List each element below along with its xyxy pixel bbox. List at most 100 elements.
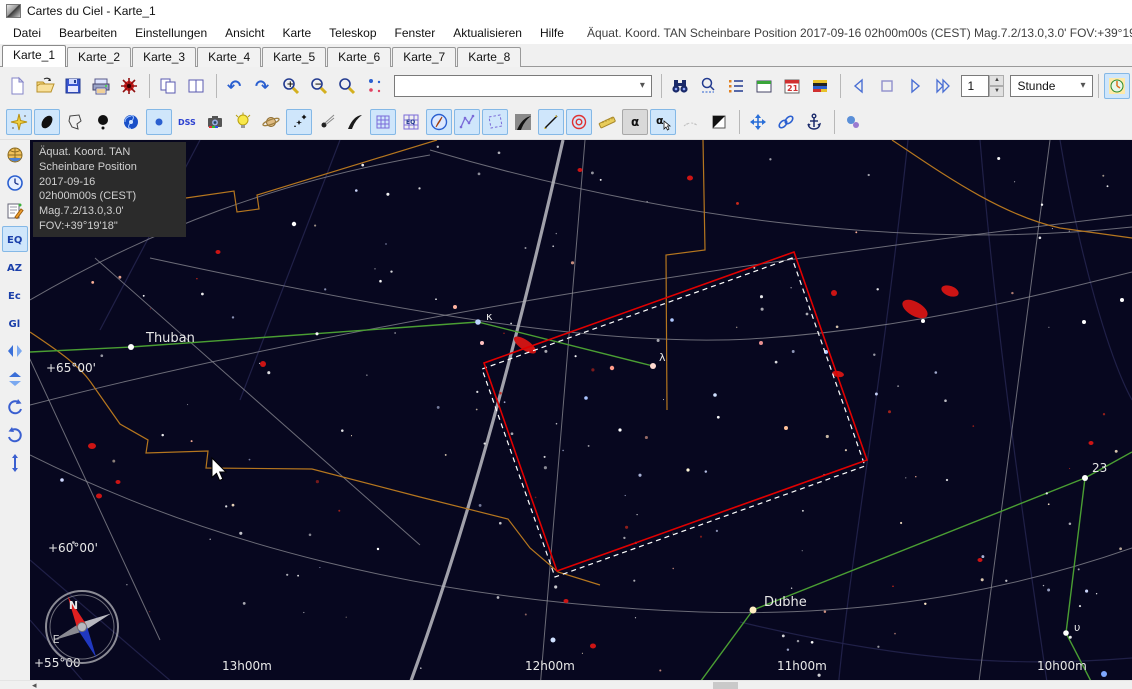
move-chart-button[interactable] bbox=[745, 109, 771, 135]
background-star bbox=[1047, 503, 1050, 506]
print-button[interactable] bbox=[88, 73, 114, 99]
mirror-vertical-button[interactable] bbox=[2, 366, 28, 392]
multi-window-button[interactable] bbox=[183, 73, 209, 99]
sky-chart-canvas[interactable]: ThubanDubheκλ23υ+65°00'+60°00'+55°00 13h0… bbox=[27, 139, 1132, 689]
find-position-button[interactable] bbox=[695, 73, 721, 99]
show-planets-button[interactable] bbox=[146, 108, 172, 135]
tab-karte_6[interactable]: Karte_6 bbox=[327, 47, 392, 67]
time-step-value[interactable]: 1 bbox=[961, 74, 990, 97]
lock-chart-button[interactable] bbox=[773, 109, 799, 135]
copy-chart-button[interactable] bbox=[155, 73, 181, 99]
tab-karte_2[interactable]: Karte_2 bbox=[67, 47, 132, 67]
menu-karte[interactable]: Karte bbox=[273, 24, 320, 42]
milky-way-button[interactable] bbox=[342, 109, 368, 135]
calendar-panel-button[interactable] bbox=[751, 73, 777, 99]
star-limit-button[interactable] bbox=[362, 73, 388, 99]
tab-karte_7[interactable]: Karte_7 bbox=[392, 47, 457, 67]
compass-rose-button[interactable] bbox=[426, 108, 452, 135]
search-input[interactable] bbox=[395, 76, 634, 95]
night-vision-button[interactable] bbox=[706, 109, 732, 135]
search-button[interactable] bbox=[667, 73, 693, 99]
menu-einstellungen[interactable]: Einstellungen bbox=[126, 24, 216, 42]
sky-chart[interactable]: Thuban Dubhe κ λ 23 υ +65°00' +60°00' +55°00 13h0… bbox=[27, 139, 1132, 689]
show-galaxies-button[interactable] bbox=[118, 109, 144, 135]
mark-position-button[interactable] bbox=[566, 108, 592, 135]
show-stars-button[interactable] bbox=[6, 108, 32, 135]
chart-settings-button[interactable] bbox=[2, 198, 28, 224]
object-search-combobox[interactable]: ▾ bbox=[394, 74, 653, 97]
menu-teleskop[interactable]: Teleskop bbox=[320, 24, 385, 42]
show-dark-nebula-button[interactable] bbox=[90, 109, 116, 135]
field-height-button[interactable] bbox=[2, 450, 28, 476]
tab-karte_8[interactable]: Karte_8 bbox=[457, 47, 522, 67]
dss-image-button[interactable]: DSS bbox=[174, 109, 200, 135]
milkyway-fill-button[interactable] bbox=[510, 109, 536, 135]
redo-button[interactable]: ↷ bbox=[250, 73, 276, 99]
observatory-sidebar-button[interactable] bbox=[2, 142, 28, 168]
constellation-lines-button[interactable] bbox=[454, 108, 480, 135]
calendar-button[interactable]: 21 bbox=[779, 73, 805, 99]
coord-azimuthal-button[interactable]: AZ bbox=[2, 254, 28, 280]
zoom-out-button[interactable]: − bbox=[306, 73, 332, 99]
menu-bearbeiten[interactable]: Bearbeiten bbox=[50, 24, 126, 42]
background-image-button[interactable] bbox=[202, 109, 228, 135]
save-button[interactable] bbox=[60, 73, 86, 99]
edit-labels-button[interactable]: α bbox=[650, 108, 676, 135]
menu-aktualisieren[interactable]: Aktualisieren bbox=[444, 24, 531, 42]
comet-button[interactable] bbox=[314, 109, 340, 135]
scroll-left-arrow[interactable]: ◂ bbox=[32, 681, 37, 689]
clockbtn-icon bbox=[1109, 77, 1125, 94]
zoom-in-button[interactable]: + bbox=[278, 73, 304, 99]
background-star bbox=[345, 616, 347, 618]
new-chart-button[interactable] bbox=[4, 73, 30, 99]
solar-system-button[interactable] bbox=[258, 109, 284, 135]
observatory-button[interactable] bbox=[116, 73, 142, 99]
object-list-button[interactable] bbox=[723, 73, 749, 99]
chevron-down-icon[interactable]: ▾ bbox=[1074, 76, 1092, 96]
spinner-down-button[interactable]: ▼ bbox=[989, 85, 1005, 97]
time-step-spinner[interactable]: 1 ▲ ▼ bbox=[961, 74, 1005, 97]
deep-sky-object bbox=[1088, 441, 1094, 445]
spinner-up-button[interactable]: ▲ bbox=[989, 74, 1005, 86]
coord-equatorial-button[interactable]: EQ bbox=[2, 226, 28, 252]
rotate-ccw-button[interactable] bbox=[2, 422, 28, 448]
open-button[interactable] bbox=[32, 73, 58, 99]
telescope-park-button[interactable] bbox=[801, 109, 827, 135]
scrollbar-thumb[interactable] bbox=[713, 682, 738, 689]
coord-galactic-button[interactable]: Gl bbox=[2, 310, 28, 336]
tab-karte_3[interactable]: Karte_3 bbox=[132, 47, 197, 67]
constellation-bounds-button[interactable] bbox=[482, 108, 508, 135]
ephemerides-button[interactable] bbox=[807, 73, 833, 99]
az-grid-button[interactable] bbox=[370, 108, 396, 135]
rotate-cw-button[interactable] bbox=[2, 394, 28, 420]
time-unit-combobox[interactable]: Stunde ▾ bbox=[1010, 74, 1093, 97]
show-labels-button[interactable]: α bbox=[622, 108, 648, 135]
tab-karte_1[interactable]: Karte_1 bbox=[2, 45, 67, 67]
show-nebulae-button[interactable] bbox=[34, 108, 60, 135]
time-play-button[interactable] bbox=[902, 73, 928, 99]
time-sidebar-button[interactable] bbox=[2, 170, 28, 196]
zoom-default-button[interactable] bbox=[334, 73, 360, 99]
undo-button[interactable]: ↶ bbox=[222, 73, 248, 99]
object-path-button[interactable] bbox=[538, 108, 564, 135]
time-stop-button[interactable] bbox=[874, 73, 900, 99]
time-step-back-button[interactable] bbox=[846, 73, 872, 99]
horizontal-scrollbar[interactable]: ◂ bbox=[0, 680, 1132, 689]
coord-ecliptic-button[interactable]: Ec bbox=[2, 282, 28, 308]
eq-grid-button[interactable]: EQ bbox=[398, 109, 424, 135]
time-fast-forward-button[interactable] bbox=[930, 73, 956, 99]
chevron-down-icon[interactable]: ▾ bbox=[633, 76, 651, 96]
real-time-button[interactable] bbox=[1104, 72, 1130, 99]
menu-fenster[interactable]: Fenster bbox=[386, 24, 445, 42]
mirror-horizontal-button[interactable] bbox=[2, 338, 28, 364]
menu-ansicht[interactable]: Ansicht bbox=[216, 24, 273, 42]
asteroid-button[interactable] bbox=[286, 108, 312, 135]
tab-karte_5[interactable]: Karte_5 bbox=[262, 47, 327, 67]
menu-hilfe[interactable]: Hilfe bbox=[531, 24, 573, 42]
show-outlines-button[interactable] bbox=[62, 109, 88, 135]
menu-datei[interactable]: Datei bbox=[4, 24, 50, 42]
distance-measure-button[interactable] bbox=[594, 109, 620, 135]
object-pair-button[interactable] bbox=[840, 109, 866, 135]
tab-karte_4[interactable]: Karte_4 bbox=[197, 47, 262, 67]
simulation-button[interactable] bbox=[230, 109, 256, 135]
